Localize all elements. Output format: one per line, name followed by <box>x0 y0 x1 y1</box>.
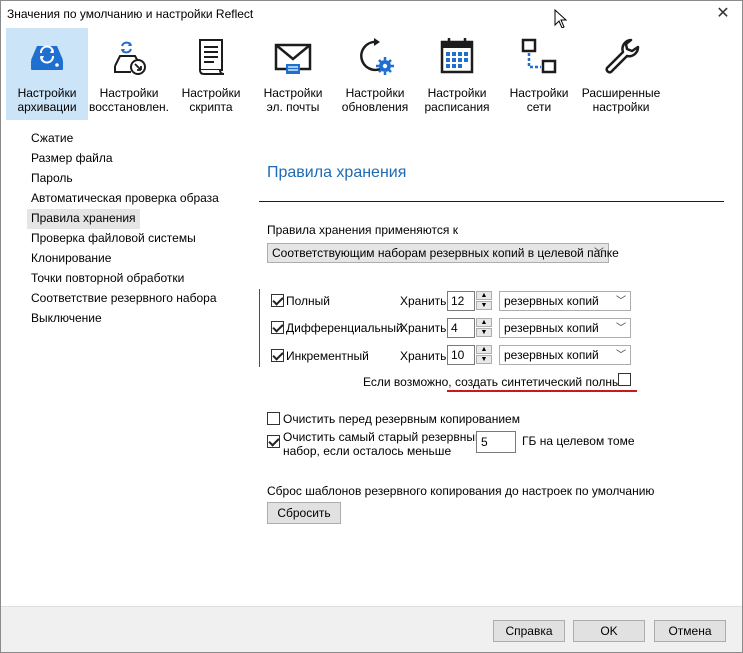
differential-unit-value: резервных копий <box>504 321 599 335</box>
purge-oldest-unit: ГБ на целевом томе <box>522 434 635 448</box>
purge-oldest-label: Очистить самый старый резервный набор, ес… <box>283 430 482 458</box>
chevron-down-icon: ﹀ <box>616 323 626 334</box>
tool-label: Настройки сети <box>509 86 569 114</box>
applies-select[interactable]: Соответствующим наборам резервных копий … <box>267 243 619 263</box>
tool-label: Настройки обновления <box>341 86 409 114</box>
full-count-input[interactable]: 12 <box>447 291 475 311</box>
tool-label: Настройки скрипта <box>181 86 241 114</box>
calendar-icon <box>440 38 474 74</box>
sidebar-item-backup-set-matching[interactable]: Соответствие резервного набора <box>27 289 227 309</box>
differential-keep-label: Хранить <box>400 321 447 335</box>
purge-oldest-size-input[interactable]: 5 <box>476 431 516 453</box>
close-icon[interactable]: ✕ <box>712 3 734 25</box>
spin-down-icon[interactable]: ▼ <box>476 328 492 337</box>
incremental-label: Инкрементный <box>286 349 369 363</box>
spin-down-icon[interactable]: ▼ <box>476 355 492 364</box>
page-title: Правила хранения <box>267 164 407 181</box>
sidebar-item-password[interactable]: Пароль <box>27 169 227 189</box>
differential-count-stepper[interactable]: 4 ▲ ▼ <box>447 318 493 338</box>
purge-before-checkbox[interactable] <box>267 412 280 425</box>
spin-down-icon[interactable]: ▼ <box>476 301 492 310</box>
purge-before-label: Очистить перед резервным копированием <box>283 412 520 426</box>
applies-label: Правила хранения применяются к <box>267 223 458 237</box>
tool-advanced-settings[interactable]: Расширенные настройки <box>580 28 662 120</box>
full-unit-value: резервных копий <box>504 294 599 308</box>
differential-checkbox[interactable] <box>271 321 284 334</box>
window-title: Значения по умолчанию и настройки Reflec… <box>7 7 254 21</box>
title-divider <box>259 201 724 202</box>
wrench-icon <box>605 38 640 74</box>
sidebar-item-auto-verify[interactable]: Автоматическая проверка образа <box>27 189 227 209</box>
incremental-count-stepper[interactable]: 10 ▲ ▼ <box>447 345 493 365</box>
full-unit-select[interactable]: резервных копий ﹀ <box>499 291 631 311</box>
network-icon <box>521 38 557 74</box>
sidebar-item-file-size[interactable]: Размер файла <box>27 149 227 169</box>
full-keep-label: Хранить <box>400 294 447 308</box>
tool-label: Настройки архивации <box>17 86 77 114</box>
chevron-down-icon: ﹀ <box>594 248 604 259</box>
sidebar-item-reparse-points[interactable]: Точки повторной обработки <box>27 269 227 289</box>
differential-unit-select[interactable]: резервных копий ﹀ <box>499 318 631 338</box>
differential-label: Дифференциальный <box>286 321 403 335</box>
incremental-checkbox[interactable] <box>271 349 284 362</box>
applies-select-value: Соответствующим наборам резервных копий … <box>272 246 619 260</box>
category-toolbar: Настройки архивации Настройки восстановлен… <box>1 28 742 120</box>
tool-schedule-settings[interactable]: Настройки расписания <box>416 28 498 120</box>
spin-up-icon[interactable]: ▲ <box>476 291 492 300</box>
update-gear-icon <box>360 38 394 75</box>
sidebar-item-cloning[interactable]: Клонирование <box>27 249 227 269</box>
reset-label: Сброс шаблонов резервного копирования до… <box>267 484 655 498</box>
mouse-cursor-icon <box>554 9 568 29</box>
backup-drive-icon <box>31 45 63 70</box>
incremental-unit-value: резервных копий <box>504 348 599 362</box>
dialog-footer: Справка OK Отмена <box>1 606 742 652</box>
incremental-unit-select[interactable]: резервных копий ﹀ <box>499 345 631 365</box>
full-checkbox[interactable] <box>271 294 284 307</box>
tool-script-settings[interactable]: Настройки скрипта <box>170 28 252 120</box>
sidebar-item-fs-check[interactable]: Проверка файловой системы <box>27 229 227 249</box>
help-button[interactable]: Справка <box>493 620 565 642</box>
sidebar-item-shutdown[interactable]: Выключение <box>27 309 227 329</box>
chevron-down-icon: ﹀ <box>616 350 626 361</box>
sidebar-item-compression[interactable]: Сжатие <box>27 129 227 149</box>
reset-button[interactable]: Сбросить <box>267 502 341 524</box>
synthetic-full-checkbox[interactable] <box>618 373 631 386</box>
incremental-keep-label: Хранить <box>400 349 447 363</box>
sidebar-item-retention-rules[interactable]: Правила хранения <box>27 209 140 229</box>
tool-backup-settings[interactable]: Настройки архивации <box>6 28 88 120</box>
annotation-red-line-vertical <box>259 289 260 367</box>
settings-sidebar: Сжатие Размер файла Пароль Автоматическа… <box>27 129 227 329</box>
tool-label: Настройки расписания <box>424 86 490 114</box>
restore-icon <box>114 41 146 75</box>
purge-oldest-checkbox[interactable] <box>267 435 280 448</box>
synthetic-full-label: Если возможно, создать синтетический пол… <box>363 375 628 389</box>
tool-label: Настройки восстановлен. <box>89 86 169 114</box>
tool-update-settings[interactable]: Настройки обновления <box>334 28 416 120</box>
tool-label: Расширенные настройки <box>581 86 661 114</box>
tool-label: Настройки эл. почты <box>263 86 323 114</box>
differential-count-input[interactable]: 4 <box>447 318 475 338</box>
cancel-button[interactable]: Отмена <box>654 620 726 642</box>
ok-button[interactable]: OK <box>573 620 645 642</box>
incremental-count-input[interactable]: 10 <box>447 345 475 365</box>
spin-up-icon[interactable]: ▲ <box>476 345 492 354</box>
title-bar: Значения по умолчанию и настройки Reflec… <box>1 1 742 29</box>
chevron-down-icon: ﹀ <box>616 296 626 307</box>
script-icon <box>199 39 225 75</box>
spin-up-icon[interactable]: ▲ <box>476 318 492 327</box>
tool-email-settings[interactable]: Настройки эл. почты <box>252 28 334 120</box>
dialog-window: Значения по умолчанию и настройки Reflec… <box>0 0 743 653</box>
tool-network-settings[interactable]: Настройки сети <box>498 28 580 120</box>
mail-icon <box>274 43 312 74</box>
full-count-stepper[interactable]: 12 ▲ ▼ <box>447 291 493 311</box>
full-label: Полный <box>286 294 330 308</box>
tool-restore-settings[interactable]: Настройки восстановлен. <box>88 28 170 120</box>
annotation-red-underline <box>447 390 637 392</box>
